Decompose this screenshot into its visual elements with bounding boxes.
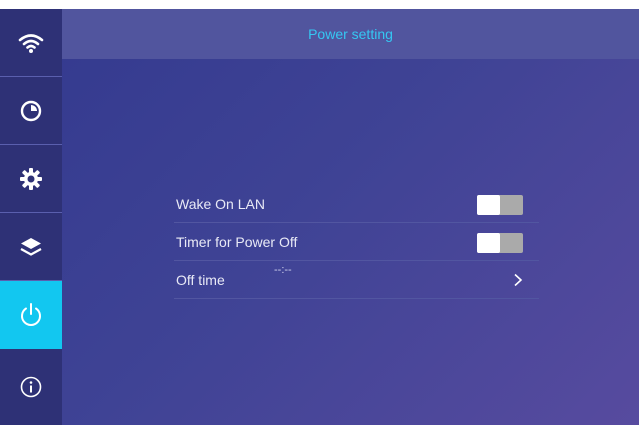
sidebar-item-settings[interactable]: [0, 145, 62, 213]
setting-row-wake-on-lan: Wake On LAN: [174, 185, 539, 223]
settings-list: Wake On LAN Timer for Power Off Off time…: [174, 185, 539, 299]
header-bar: Power setting: [62, 9, 639, 59]
info-icon: [20, 376, 42, 398]
gear-icon: [20, 167, 42, 190]
layers-icon: [20, 237, 42, 256]
sidebar-item-layers[interactable]: [0, 213, 62, 281]
sidebar-item-power[interactable]: [0, 281, 62, 349]
wake-on-lan-toggle[interactable]: [477, 195, 523, 215]
chevron-right-icon[interactable]: [511, 273, 525, 287]
clock-icon: [20, 100, 42, 121]
wifi-icon: [18, 33, 44, 53]
setting-row-off-time[interactable]: Off time --:--: [174, 261, 539, 299]
main-panel: Power setting Wake On LAN Timer for Powe…: [62, 9, 639, 425]
off-time-value: --:--: [274, 264, 292, 276]
sidebar: [0, 9, 62, 425]
wake-on-lan-label: Wake On LAN: [176, 195, 265, 212]
toggle-knob: [477, 233, 500, 253]
power-icon: [21, 303, 41, 326]
sidebar-item-timer[interactable]: [0, 77, 62, 145]
page-title: Power setting: [308, 26, 393, 42]
sidebar-item-info[interactable]: [0, 349, 62, 425]
app-frame: Power setting Wake On LAN Timer for Powe…: [0, 9, 639, 425]
off-time-label: Off time: [176, 271, 225, 288]
timer-power-off-label: Timer for Power Off: [176, 233, 298, 250]
timer-power-off-toggle[interactable]: [477, 233, 523, 253]
toggle-knob: [477, 195, 500, 215]
sidebar-item-wifi[interactable]: [0, 9, 62, 77]
setting-row-timer-power-off: Timer for Power Off: [174, 223, 539, 261]
